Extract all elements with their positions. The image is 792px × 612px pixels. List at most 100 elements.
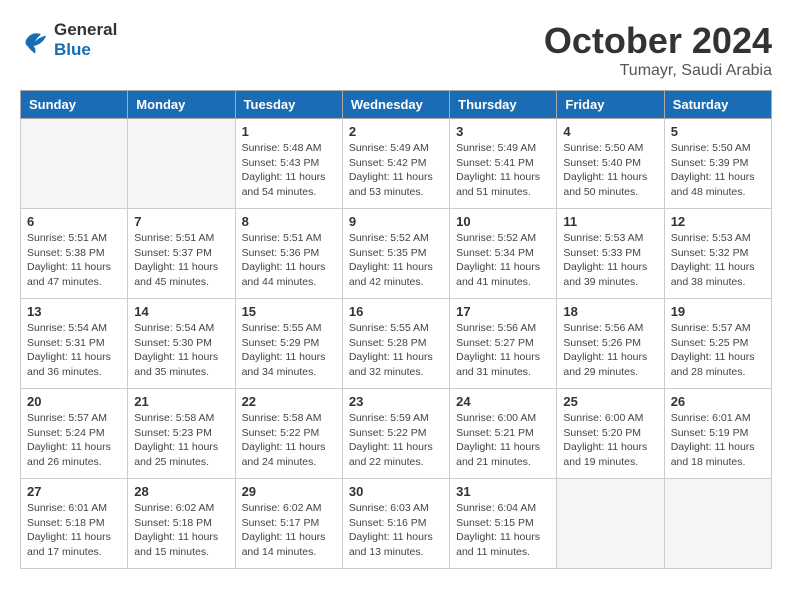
- calendar-header-saturday: Saturday: [664, 91, 771, 119]
- location-subtitle: Tumayr, Saudi Arabia: [544, 62, 772, 80]
- calendar-day-cell: 4 Sunrise: 5:50 AMSunset: 5:40 PMDaylight…: [557, 119, 664, 209]
- calendar-week-row: 20 Sunrise: 5:57 AMSunset: 5:24 PMDayligh…: [21, 389, 772, 479]
- calendar-day-cell: 17 Sunrise: 5:56 AMSunset: 5:27 PMDayligh…: [450, 299, 557, 389]
- calendar-day-cell: [557, 479, 664, 569]
- day-number: 13: [27, 304, 121, 319]
- day-info: Sunrise: 5:51 AMSunset: 5:36 PMDaylight:…: [242, 231, 336, 290]
- day-info: Sunrise: 6:00 AMSunset: 5:20 PMDaylight:…: [563, 411, 657, 470]
- calendar-day-cell: 11 Sunrise: 5:53 AMSunset: 5:33 PMDayligh…: [557, 209, 664, 299]
- day-number: 30: [349, 484, 443, 499]
- day-info: Sunrise: 6:01 AMSunset: 5:18 PMDaylight:…: [27, 501, 121, 560]
- calendar-day-cell: 5 Sunrise: 5:50 AMSunset: 5:39 PMDaylight…: [664, 119, 771, 209]
- title-block: October 2024 Tumayr, Saudi Arabia: [544, 20, 772, 80]
- day-number: 18: [563, 304, 657, 319]
- calendar-day-cell: 7Sunrise: 5:51 AMSunset: 5:37 PMDaylight…: [128, 209, 235, 299]
- calendar-week-row: 13 Sunrise: 5:54 AMSunset: 5:31 PMDayligh…: [21, 299, 772, 389]
- calendar-header-wednesday: Wednesday: [342, 91, 449, 119]
- calendar-day-cell: 2Sunrise: 5:49 AMSunset: 5:42 PMDaylight…: [342, 119, 449, 209]
- day-number: 12: [671, 214, 765, 229]
- day-number: 31: [456, 484, 550, 499]
- calendar-day-cell: 8 Sunrise: 5:51 AMSunset: 5:36 PMDaylight…: [235, 209, 342, 299]
- logo-text: General Blue: [54, 20, 117, 60]
- calendar-day-cell: 20 Sunrise: 5:57 AMSunset: 5:24 PMDayligh…: [21, 389, 128, 479]
- day-number: 3: [456, 124, 550, 139]
- day-info: Sunrise: 5:59 AMSunset: 5:22 PMDaylight:…: [349, 411, 443, 470]
- calendar-day-cell: [21, 119, 128, 209]
- day-number: 14: [134, 304, 228, 319]
- day-number: 15: [242, 304, 336, 319]
- day-info: Sunrise: 5:54 AMSunset: 5:31 PMDaylight:…: [27, 321, 121, 380]
- calendar-day-cell: 9 Sunrise: 5:52 AMSunset: 5:35 PMDaylight…: [342, 209, 449, 299]
- day-number: 9: [349, 214, 443, 229]
- day-info: Sunrise: 5:51 AMSunset: 5:38 PMDaylight:…: [27, 231, 121, 290]
- calendar-day-cell: [128, 119, 235, 209]
- day-info: Sunrise: 5:52 AMSunset: 5:35 PMDaylight:…: [349, 231, 443, 290]
- calendar-day-cell: 1 Sunrise: 5:48 AMSunset: 5:43 PMDaylight…: [235, 119, 342, 209]
- calendar-day-cell: 6Sunrise: 5:51 AMSunset: 5:38 PMDaylight…: [21, 209, 128, 299]
- calendar-day-cell: 10Sunrise: 5:52 AMSunset: 5:34 PMDayligh…: [450, 209, 557, 299]
- calendar-day-cell: 26 Sunrise: 6:01 AMSunset: 5:19 PMDayligh…: [664, 389, 771, 479]
- day-info: Sunrise: 6:03 AMSunset: 5:16 PMDaylight:…: [349, 501, 443, 560]
- day-info: Sunrise: 5:55 AMSunset: 5:28 PMDaylight:…: [349, 321, 443, 380]
- calendar-header-sunday: Sunday: [21, 91, 128, 119]
- day-info: Sunrise: 5:58 AMSunset: 5:22 PMDaylight:…: [242, 411, 336, 470]
- calendar-day-cell: 22 Sunrise: 5:58 AMSunset: 5:22 PMDayligh…: [235, 389, 342, 479]
- day-info: Sunrise: 6:02 AMSunset: 5:17 PMDaylight:…: [242, 501, 336, 560]
- day-info: Sunrise: 6:00 AMSunset: 5:21 PMDaylight:…: [456, 411, 550, 470]
- day-info: Sunrise: 5:56 AMSunset: 5:27 PMDaylight:…: [456, 321, 550, 380]
- calendar-day-cell: 28Sunrise: 6:02 AMSunset: 5:18 PMDayligh…: [128, 479, 235, 569]
- day-info: Sunrise: 5:52 AMSunset: 5:34 PMDaylight:…: [456, 231, 550, 290]
- calendar-day-cell: 31 Sunrise: 6:04 AMSunset: 5:15 PMDayligh…: [450, 479, 557, 569]
- page-header: General Blue October 2024 Tumayr, Saudi …: [20, 20, 772, 80]
- day-info: Sunrise: 5:49 AMSunset: 5:42 PMDaylight:…: [349, 141, 443, 200]
- logo-icon: [20, 25, 50, 55]
- day-number: 26: [671, 394, 765, 409]
- calendar-day-cell: 13 Sunrise: 5:54 AMSunset: 5:31 PMDayligh…: [21, 299, 128, 389]
- day-info: Sunrise: 5:56 AMSunset: 5:26 PMDaylight:…: [563, 321, 657, 380]
- calendar-week-row: 6Sunrise: 5:51 AMSunset: 5:38 PMDaylight…: [21, 209, 772, 299]
- day-number: 4: [563, 124, 657, 139]
- day-info: Sunrise: 6:04 AMSunset: 5:15 PMDaylight:…: [456, 501, 550, 560]
- calendar-table: SundayMondayTuesdayWednesdayThursdayFrid…: [20, 90, 772, 569]
- day-number: 23: [349, 394, 443, 409]
- calendar-day-cell: 23 Sunrise: 5:59 AMSunset: 5:22 PMDayligh…: [342, 389, 449, 479]
- day-info: Sunrise: 5:50 AMSunset: 5:39 PMDaylight:…: [671, 141, 765, 200]
- day-info: Sunrise: 5:48 AMSunset: 5:43 PMDaylight:…: [242, 141, 336, 200]
- day-number: 5: [671, 124, 765, 139]
- calendar-week-row: 27 Sunrise: 6:01 AMSunset: 5:18 PMDayligh…: [21, 479, 772, 569]
- day-info: Sunrise: 5:57 AMSunset: 5:24 PMDaylight:…: [27, 411, 121, 470]
- day-number: 11: [563, 214, 657, 229]
- day-number: 27: [27, 484, 121, 499]
- day-number: 29: [242, 484, 336, 499]
- calendar-day-cell: 16 Sunrise: 5:55 AMSunset: 5:28 PMDayligh…: [342, 299, 449, 389]
- day-info: Sunrise: 6:01 AMSunset: 5:19 PMDaylight:…: [671, 411, 765, 470]
- calendar-day-cell: 21Sunrise: 5:58 AMSunset: 5:23 PMDayligh…: [128, 389, 235, 479]
- day-number: 7: [134, 214, 228, 229]
- day-info: Sunrise: 5:50 AMSunset: 5:40 PMDaylight:…: [563, 141, 657, 200]
- day-number: 20: [27, 394, 121, 409]
- day-number: 25: [563, 394, 657, 409]
- calendar-day-cell: 3 Sunrise: 5:49 AMSunset: 5:41 PMDaylight…: [450, 119, 557, 209]
- calendar-week-row: 1 Sunrise: 5:48 AMSunset: 5:43 PMDaylight…: [21, 119, 772, 209]
- month-title: October 2024: [544, 20, 772, 62]
- day-number: 1: [242, 124, 336, 139]
- day-number: 22: [242, 394, 336, 409]
- day-number: 8: [242, 214, 336, 229]
- calendar-day-cell: 19Sunrise: 5:57 AMSunset: 5:25 PMDayligh…: [664, 299, 771, 389]
- day-number: 19: [671, 304, 765, 319]
- calendar-header-row: SundayMondayTuesdayWednesdayThursdayFrid…: [21, 91, 772, 119]
- day-number: 16: [349, 304, 443, 319]
- logo: General Blue: [20, 20, 117, 60]
- calendar-day-cell: 18 Sunrise: 5:56 AMSunset: 5:26 PMDayligh…: [557, 299, 664, 389]
- day-number: 17: [456, 304, 550, 319]
- calendar-day-cell: 29 Sunrise: 6:02 AMSunset: 5:17 PMDayligh…: [235, 479, 342, 569]
- calendar-day-cell: 12 Sunrise: 5:53 AMSunset: 5:32 PMDayligh…: [664, 209, 771, 299]
- day-info: Sunrise: 5:55 AMSunset: 5:29 PMDaylight:…: [242, 321, 336, 380]
- day-info: Sunrise: 5:49 AMSunset: 5:41 PMDaylight:…: [456, 141, 550, 200]
- day-info: Sunrise: 5:58 AMSunset: 5:23 PMDaylight:…: [134, 411, 228, 470]
- day-info: Sunrise: 5:53 AMSunset: 5:32 PMDaylight:…: [671, 231, 765, 290]
- day-info: Sunrise: 5:53 AMSunset: 5:33 PMDaylight:…: [563, 231, 657, 290]
- calendar-day-cell: 25 Sunrise: 6:00 AMSunset: 5:20 PMDayligh…: [557, 389, 664, 479]
- calendar-day-cell: 27 Sunrise: 6:01 AMSunset: 5:18 PMDayligh…: [21, 479, 128, 569]
- calendar-day-cell: 14Sunrise: 5:54 AMSunset: 5:30 PMDayligh…: [128, 299, 235, 389]
